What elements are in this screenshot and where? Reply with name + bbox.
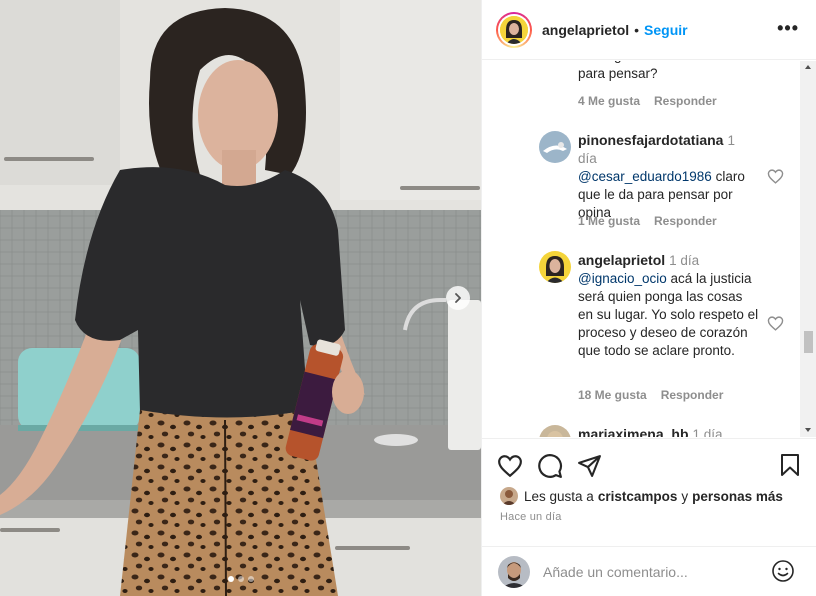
likes-summary: Les gusta a cristcampos y personas más (500, 487, 783, 505)
comment-bubble-icon[interactable] (537, 453, 563, 479)
smiley-icon[interactable] (771, 559, 795, 583)
post-timestamp[interactable]: Hace un día (500, 511, 562, 523)
likes-others-link[interactable]: personas más (692, 489, 783, 504)
likes-conjunction: y (681, 488, 689, 504)
author-username[interactable]: angelaprietol (542, 22, 629, 38)
commenter-username[interactable]: mariaximena_hb (578, 426, 689, 437)
commenter-avatar-image (539, 425, 571, 437)
comment-body: mariaximena_hb 1 día (578, 425, 778, 437)
likes-prefix: Les gusta a (524, 488, 594, 504)
commenter-avatar-image (539, 131, 571, 163)
carousel-indicator (0, 576, 481, 582)
commenter-avatar[interactable] (539, 131, 571, 163)
like-comment-heart-icon[interactable] (767, 168, 784, 185)
chevron-right-icon (455, 293, 461, 303)
author-avatar-image (500, 15, 528, 44)
liker-avatar[interactable] (500, 487, 518, 505)
like-comment-heart-icon[interactable] (767, 315, 784, 332)
post-details-panel: angelaprietol • Seguir ••• el coágulo no… (481, 0, 816, 596)
comment-body: angelaprietol 1 día @ignacio_ocio acá la … (578, 251, 760, 360)
comment-input[interactable] (543, 563, 753, 580)
author-avatar[interactable] (496, 11, 532, 48)
reply-button[interactable]: Responder (661, 388, 724, 402)
comment-mention[interactable]: @cesar_eduardo1986 (578, 169, 712, 184)
liker-avatar-image (500, 487, 518, 505)
carousel-dot (247, 576, 254, 582)
photo-scene (0, 0, 481, 596)
add-comment-bar (482, 546, 816, 596)
post-photo[interactable] (0, 0, 481, 596)
comments-scrollbar[interactable] (800, 61, 816, 437)
comment-body: pinonesfajardotatiana 1 día @cesar_eduard… (578, 131, 754, 222)
follow-button[interactable]: Seguir (644, 22, 688, 38)
heart-icon[interactable] (497, 453, 523, 479)
comment-item: angelaprietol 1 día @ignacio_ocio acá la … (482, 251, 800, 411)
comment-mention[interactable]: @ignacio_ocio (578, 271, 667, 286)
commenter-username[interactable]: pinonesfajardotatiana (578, 132, 723, 148)
paper-plane-icon[interactable] (577, 453, 602, 478)
comment-likes-count[interactable]: 18 Me gusta (578, 388, 647, 402)
reply-button[interactable]: Responder (654, 94, 717, 108)
post-header: angelaprietol • Seguir ••• (482, 0, 816, 60)
comment-item: pinonesfajardotatiana 1 día @cesar_eduard… (482, 131, 800, 231)
current-user-avatar-image (498, 555, 530, 588)
comment-item: mariaximena_hb 1 día (482, 425, 800, 437)
current-user-avatar (498, 555, 530, 588)
post-actions: Les gusta a cristcampos y personas más H… (482, 438, 816, 546)
comment-text: el coágulo no te da para pensar? (578, 61, 692, 81)
bookmark-icon[interactable] (779, 453, 801, 477)
scrollbar-thumb[interactable] (804, 331, 813, 353)
scroll-down-arrow-icon[interactable] (805, 428, 811, 432)
commenter-avatar[interactable] (539, 425, 571, 437)
comment-likes-count[interactable]: 1 Me gusta (578, 214, 640, 228)
comment-likes-count[interactable]: 4 Me gusta (578, 94, 640, 108)
next-photo-button[interactable] (446, 286, 470, 310)
reply-button[interactable]: Responder (654, 214, 717, 228)
comment-time: 1 día (692, 427, 723, 437)
comments-list[interactable]: el coágulo no te da para pensar? 4 Me gu… (482, 61, 816, 437)
carousel-dot-active (227, 576, 234, 582)
scroll-up-arrow-icon[interactable] (805, 65, 811, 69)
commenter-username[interactable]: angelaprietol (578, 252, 665, 268)
liker-username[interactable]: cristcampos (598, 489, 678, 504)
carousel-dot (237, 576, 244, 582)
commenter-avatar-image (539, 251, 571, 283)
instagram-post-view: angelaprietol • Seguir ••• el coágulo no… (0, 0, 816, 596)
commenter-avatar[interactable] (539, 251, 571, 283)
comment-item: el coágulo no te da para pensar? 4 Me gu… (482, 61, 800, 121)
more-options-icon[interactable]: ••• (777, 18, 799, 39)
comment-time: 1 día (669, 253, 700, 268)
header-separator: • (634, 21, 640, 38)
